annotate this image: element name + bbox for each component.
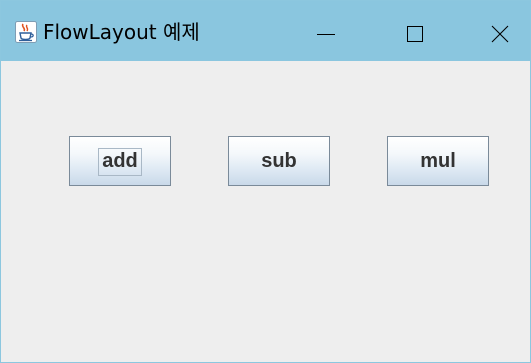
close-button[interactable] [469, 1, 529, 61]
window-title: FlowLayout 예제 [43, 20, 200, 44]
sub-button[interactable]: sub [228, 136, 330, 186]
maximize-icon [407, 26, 423, 42]
mul-button-label: mul [420, 150, 456, 172]
content-pane: add sub mul [1, 61, 530, 362]
java-cup-icon [15, 21, 37, 43]
add-button[interactable]: add [69, 136, 171, 186]
maximize-button[interactable] [385, 1, 445, 61]
close-icon [491, 25, 509, 43]
title-bar[interactable]: FlowLayout 예제 [1, 1, 530, 61]
mul-button[interactable]: mul [387, 136, 489, 186]
app-window: FlowLayout 예제 add sub mul [0, 0, 531, 363]
sub-button-label: sub [261, 150, 297, 172]
minimize-button[interactable] [297, 1, 357, 61]
add-button-label: add [102, 150, 138, 172]
minimize-icon [317, 34, 335, 35]
